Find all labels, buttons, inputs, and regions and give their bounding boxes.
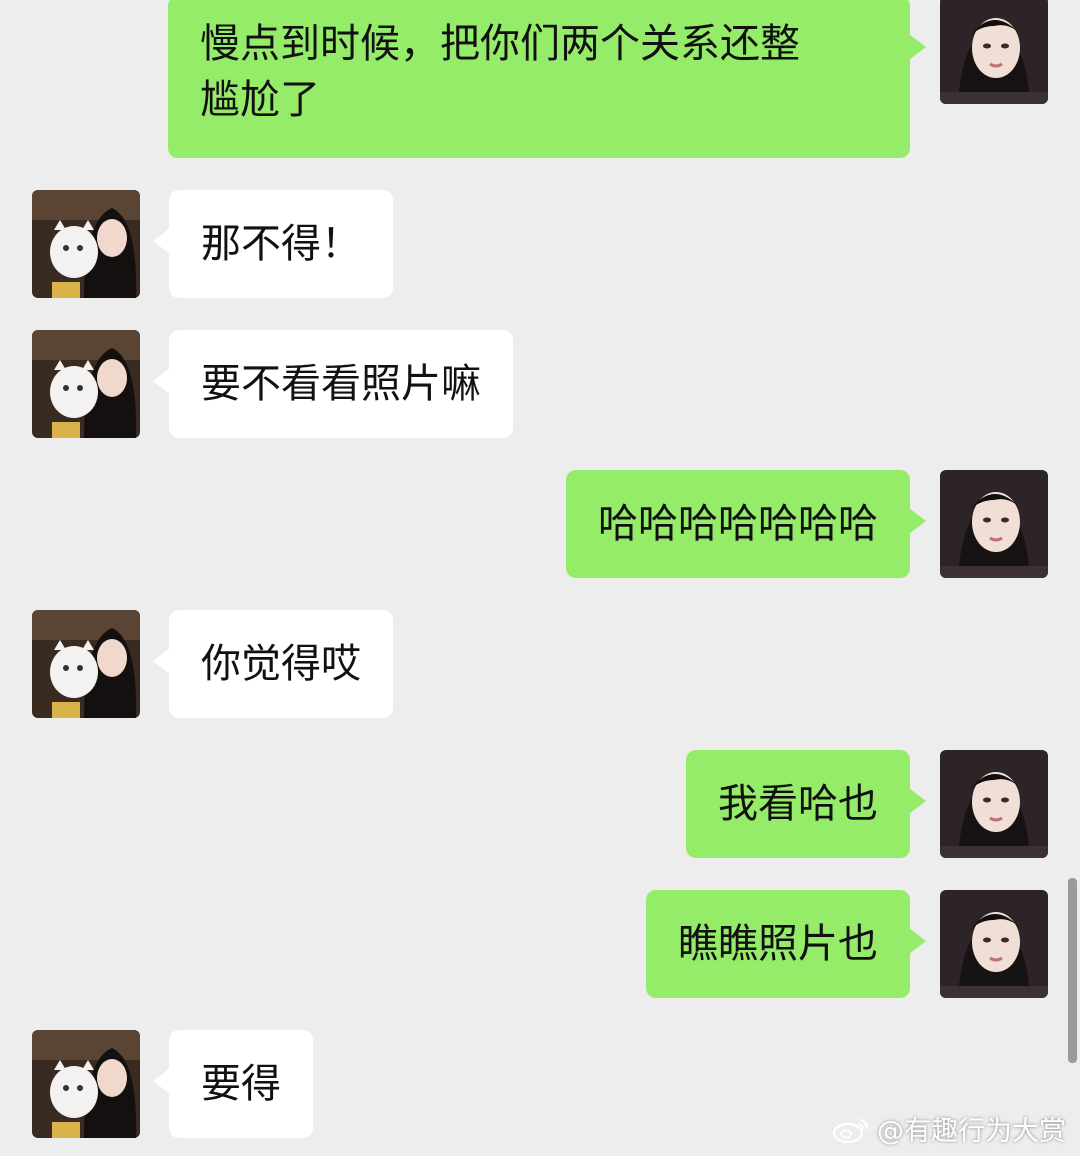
watermark-text: @有趣行为大赏 xyxy=(877,1116,1066,1147)
contact-avatar-image xyxy=(32,610,140,718)
self-avatar-image xyxy=(940,750,1048,858)
message-bubble-contact[interactable]: 那不得！ xyxy=(153,190,393,298)
self-avatar[interactable] xyxy=(940,470,1048,578)
message-bubble-self[interactable]: 我看哈也 xyxy=(686,750,926,858)
message-bubble-self[interactable]: 哈哈哈哈哈哈哈 xyxy=(566,470,926,578)
message-bubble-contact[interactable]: 要得 xyxy=(153,1030,313,1138)
self-avatar-image xyxy=(940,470,1048,578)
scrollbar[interactable] xyxy=(1068,878,1077,1063)
message-bubble-self[interactable]: 瞧瞧照片也 xyxy=(646,890,926,998)
contact-avatar-image xyxy=(32,330,140,438)
contact-avatar[interactable] xyxy=(32,1030,140,1138)
message-bubble-self[interactable]: 慢点到时候，把你们两个关系还整 尴尬了 xyxy=(168,0,926,158)
weibo-icon xyxy=(831,1114,871,1144)
chat-window: 慢点到时候，把你们两个关系还整 尴尬了 那不得！ 要不看看照片嘛 哈哈哈哈哈哈哈… xyxy=(0,0,1080,1156)
self-avatar[interactable] xyxy=(940,750,1048,858)
self-avatar-image xyxy=(940,890,1048,998)
self-avatar-image xyxy=(940,0,1048,104)
watermark: @有趣行为大赏 xyxy=(831,1109,1066,1148)
contact-avatar-image xyxy=(32,190,140,298)
message-bubble-contact[interactable]: 你觉得哎 xyxy=(153,610,393,718)
self-avatar[interactable] xyxy=(940,890,1048,998)
contact-avatar-image xyxy=(32,1030,140,1138)
self-avatar[interactable] xyxy=(940,0,1048,104)
message-bubble-contact[interactable]: 要不看看照片嘛 xyxy=(153,330,513,438)
contact-avatar[interactable] xyxy=(32,610,140,718)
contact-avatar[interactable] xyxy=(32,330,140,438)
contact-avatar[interactable] xyxy=(32,190,140,298)
